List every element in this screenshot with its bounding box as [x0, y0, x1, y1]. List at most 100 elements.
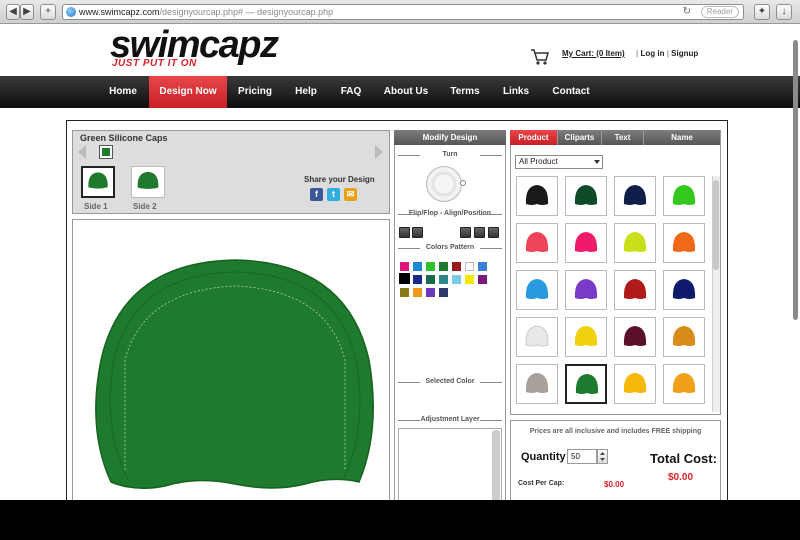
nav-about-us[interactable]: About Us [374, 76, 438, 108]
download-button[interactable]: ↓ [776, 4, 792, 20]
tab-product[interactable]: Product [510, 130, 558, 145]
address-bar[interactable]: www.swimcapz.com/designyourcap.php# — de… [62, 4, 744, 20]
center-position-icon[interactable] [488, 227, 499, 238]
flip-horizontal-icon[interactable] [399, 227, 410, 238]
extension-button[interactable]: ✦ [754, 4, 770, 20]
product-cap-item[interactable] [565, 270, 607, 310]
align-vertical-icon[interactable] [474, 227, 485, 238]
palette-swatch[interactable] [399, 273, 410, 284]
reader-button[interactable]: Reader [700, 6, 739, 18]
palette-swatch[interactable] [452, 262, 461, 271]
product-cap-item[interactable] [516, 364, 558, 404]
twitter-icon[interactable]: t [327, 188, 340, 201]
back-button[interactable]: ◀ [6, 4, 20, 20]
adjustment-layer-list[interactable] [398, 428, 502, 500]
login-link[interactable]: Log in [640, 49, 664, 58]
previous-arrow-icon[interactable] [78, 145, 86, 159]
nav-design-now[interactable]: Design Now [149, 76, 227, 108]
palette-swatch[interactable] [452, 275, 461, 284]
palette-swatch[interactable] [478, 275, 487, 284]
product-cap-item[interactable] [614, 176, 656, 216]
side-1-label: Side 1 [84, 202, 108, 211]
product-cap-item[interactable] [663, 223, 705, 263]
palette-swatch[interactable] [465, 262, 474, 271]
product-filter-select[interactable]: All Product [515, 155, 603, 169]
palette-swatch[interactable] [478, 262, 487, 271]
product-cap-item[interactable] [516, 176, 558, 216]
signup-link[interactable]: Signup [671, 49, 698, 58]
account-links: | Log in | Signup [636, 49, 698, 58]
rotate-handle[interactable] [460, 180, 466, 186]
product-cap-item[interactable] [614, 317, 656, 357]
quantity-stepper[interactable] [597, 449, 608, 464]
cost-per-cap-value: $0.00 [604, 480, 625, 489]
palette-swatch[interactable] [426, 275, 435, 284]
new-tab-button[interactable]: + [40, 4, 56, 20]
nav-help[interactable]: Help [284, 76, 328, 108]
palette-swatch[interactable] [439, 288, 448, 297]
product-cap-item[interactable] [663, 364, 705, 404]
tab-name[interactable]: Name [644, 130, 721, 145]
page-scrollbar-thumb[interactable] [793, 40, 798, 320]
nav-faq[interactable]: FAQ [330, 76, 372, 108]
product-cap-item[interactable] [614, 270, 656, 310]
nav-home[interactable]: Home [98, 76, 148, 108]
product-cap-item[interactable] [614, 364, 656, 404]
palette-swatch[interactable] [400, 288, 409, 297]
palette-swatch[interactable] [426, 288, 435, 297]
side-2-thumbnail[interactable] [131, 166, 165, 198]
nav-contact[interactable]: Contact [542, 76, 600, 108]
product-cap-item[interactable] [565, 223, 607, 263]
swatch-fill [102, 148, 110, 156]
align-horizontal-icon[interactable] [460, 227, 471, 238]
palette-swatch[interactable] [413, 262, 422, 271]
adjustment-scrollbar[interactable] [492, 430, 500, 500]
palette-swatch[interactable] [413, 275, 422, 284]
product-cap-item[interactable] [663, 176, 705, 216]
nav-links[interactable]: Links [492, 76, 540, 108]
facebook-icon[interactable]: f [310, 188, 323, 201]
nav-pricing[interactable]: Pricing [228, 76, 282, 108]
product-cap-item[interactable] [516, 317, 558, 357]
reload-icon[interactable]: ↻ [683, 5, 691, 19]
cart-icon[interactable] [530, 48, 550, 66]
design-canvas[interactable] [72, 219, 390, 500]
my-cart-link[interactable]: My Cart: (0 Item) [562, 49, 625, 58]
product-cap-item[interactable] [663, 270, 705, 310]
palette-swatch[interactable] [413, 288, 422, 297]
palette-swatch[interactable] [439, 262, 448, 271]
stepper-arrows-icon [600, 452, 605, 461]
share-icon[interactable]: ✉ [344, 188, 357, 201]
cap-icon [525, 373, 549, 393]
palette-swatch[interactable] [465, 275, 474, 284]
product-cap-item[interactable] [565, 317, 607, 357]
quantity-input[interactable]: 50 [567, 449, 597, 464]
product-scrollbar-thumb[interactable] [713, 180, 719, 270]
cap-preview[interactable] [73, 220, 390, 500]
product-cap-item[interactable] [663, 317, 705, 357]
product-cap-item[interactable] [565, 176, 607, 216]
site-logo[interactable]: swimcapz JUST PUT IT ON [110, 24, 310, 70]
flip-vertical-icon[interactable] [412, 227, 423, 238]
cap-icon [672, 185, 696, 205]
share-label: Share your Design [304, 175, 375, 184]
product-cap-item[interactable] [516, 223, 558, 263]
total-cost-label: Total Cost: [650, 451, 717, 466]
palette-swatch[interactable] [426, 262, 435, 271]
palette-swatch[interactable] [439, 275, 448, 284]
next-arrow-icon[interactable] [375, 145, 383, 159]
product-cap-item[interactable] [516, 270, 558, 310]
cap-icon [575, 374, 599, 394]
current-color-swatch[interactable] [99, 145, 113, 159]
product-cap-item[interactable] [565, 364, 607, 404]
tab-cliparts[interactable]: Cliparts [558, 130, 602, 145]
rotate-dial[interactable] [426, 166, 462, 202]
palette-swatch[interactable] [400, 262, 409, 271]
cost-per-cap-label: Cost Per Cap: [518, 480, 565, 487]
side-1-thumbnail[interactable] [81, 166, 115, 198]
forward-button[interactable]: ▶ [20, 4, 34, 20]
product-cap-item[interactable] [614, 223, 656, 263]
cap-icon [623, 279, 647, 299]
tab-text[interactable]: Text [602, 130, 644, 145]
nav-terms[interactable]: Terms [440, 76, 490, 108]
